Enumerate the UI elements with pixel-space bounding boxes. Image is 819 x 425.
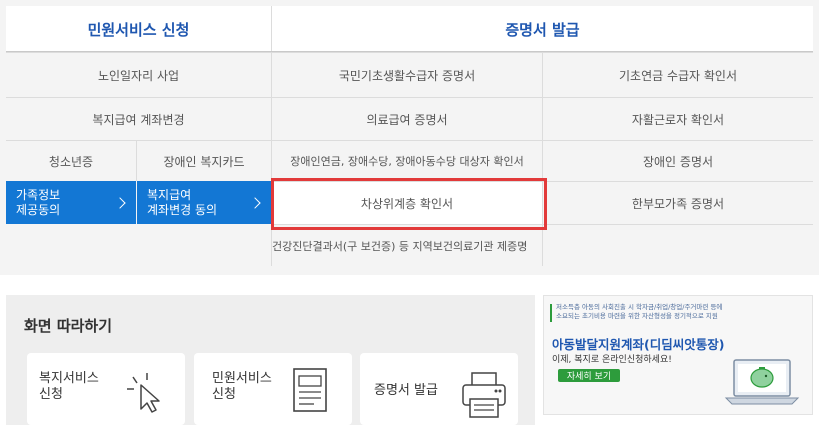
cert-basic-livelihood[interactable]: 국민기초생활수급자 증명서 bbox=[271, 52, 542, 97]
guide-title: 화면 따라하기 bbox=[24, 317, 113, 335]
certificate-header: 증명서 발급 bbox=[271, 6, 813, 52]
cert-self-support-worker[interactable]: 자활근로자 확인서 bbox=[542, 97, 813, 140]
chevron-right-icon bbox=[114, 196, 126, 209]
guide-card-label: 민원서비스 신청 bbox=[212, 371, 272, 402]
cert-single-parent[interactable]: 한부모가족 증명서 bbox=[542, 181, 813, 224]
banner-subtitle: 이제, 복지로 온라인신청하세요! bbox=[552, 355, 672, 365]
banner-description: 저소득층 아동의 사회진출 시 학자금/취업/창업/주거마련 등에 소요되는 초… bbox=[556, 303, 723, 320]
laptop-piggy-icon bbox=[724, 359, 800, 405]
document-icon bbox=[293, 368, 327, 412]
guide-card-civil-service[interactable]: 민원서비스 신청 bbox=[194, 353, 352, 425]
cert-disability[interactable]: 장애인 증명서 bbox=[542, 140, 813, 181]
chevron-right-icon bbox=[249, 196, 261, 209]
printer-icon bbox=[462, 372, 506, 418]
welfare-account-consent-label: 복지급여 계좌변경 동의 bbox=[147, 187, 218, 217]
cursor-click-icon bbox=[127, 373, 160, 413]
table-bottom-rule bbox=[542, 224, 813, 266]
guide-card-label: 복지서비스 신청 bbox=[39, 371, 99, 402]
menu-disability-card[interactable]: 장애인 복지카드 bbox=[136, 140, 271, 181]
guide-card-welfare-service[interactable]: 복지서비스 신청 bbox=[27, 353, 185, 425]
savings-account-banner[interactable]: 저소득층 아동의 사회진출 시 학자금/취업/창업/주거마련 등에 소요되는 초… bbox=[543, 295, 813, 415]
menu-welfare-account-change[interactable]: 복지급여 계좌변경 bbox=[6, 97, 271, 140]
menu-senior-jobs[interactable]: 노인일자리 사업 bbox=[6, 52, 271, 97]
cert-basic-pension[interactable]: 기초연금 수급자 확인서 bbox=[542, 52, 813, 97]
welfare-account-consent-button[interactable]: 복지급여 계좌변경 동의 bbox=[137, 181, 271, 224]
cert-health-exam[interactable]: 건강진단결과서(구 보건증) 등 지역보건의료기관 제증명 bbox=[271, 224, 542, 266]
banner-detail-button[interactable]: 자세히 보기 bbox=[558, 369, 620, 382]
banner-title: 아동발달지원계좌(디딤씨앗통장) bbox=[552, 337, 725, 352]
highlight-box bbox=[271, 178, 547, 230]
guide-card-certificate[interactable]: 증명서 발급 bbox=[360, 353, 518, 425]
guide-card-label: 증명서 발급 bbox=[374, 383, 438, 398]
menu-youth-id[interactable]: 청소년증 bbox=[6, 140, 136, 181]
civil-service-header: 민원서비스 신청 bbox=[6, 6, 271, 52]
banner-accent-bar bbox=[550, 304, 552, 322]
cert-disability-pension[interactable]: 장애인연금, 장애수당, 장애아동수당 대상자 확인서 bbox=[271, 140, 542, 181]
cert-medical-aid[interactable]: 의료급여 증명서 bbox=[271, 97, 542, 140]
family-info-consent-label: 가족정보 제공동의 bbox=[16, 187, 61, 217]
family-info-consent-button[interactable]: 가족정보 제공동의 bbox=[6, 181, 136, 224]
